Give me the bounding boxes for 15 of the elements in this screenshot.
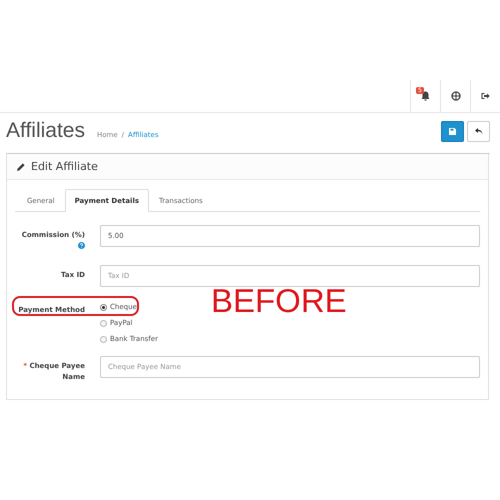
page-title: Affiliates <box>6 119 85 143</box>
radio-button[interactable] <box>100 304 107 310</box>
logout-icon[interactable] <box>481 92 490 100</box>
radio-button[interactable] <box>100 336 107 342</box>
reply-icon <box>474 128 482 134</box>
bell-icon[interactable] <box>421 91 430 101</box>
radio-button[interactable] <box>100 320 107 326</box>
save-button[interactable] <box>441 120 464 142</box>
globe-icon[interactable] <box>450 91 460 101</box>
help-icon[interactable] <box>78 242 85 249</box>
back-button[interactable] <box>467 120 490 142</box>
panel-title: Edit Affiliate <box>31 160 98 173</box>
floppy-icon <box>449 128 456 134</box>
annotation-label: BEFORE <box>211 284 347 317</box>
pencil-icon <box>17 162 25 170</box>
